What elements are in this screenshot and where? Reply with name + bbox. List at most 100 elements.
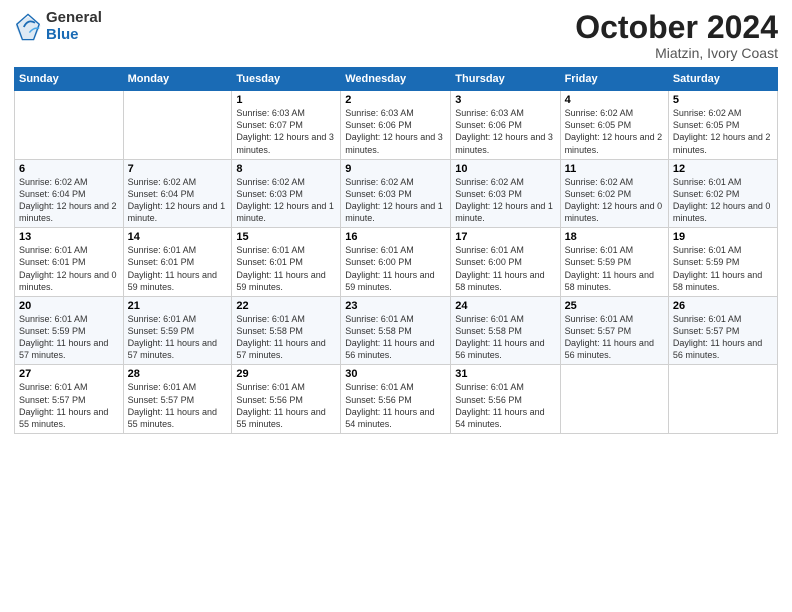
- day-info: Sunrise: 6:01 AMSunset: 5:59 PMDaylight:…: [19, 313, 119, 362]
- calendar-cell: 24Sunrise: 6:01 AMSunset: 5:58 PMDayligh…: [451, 296, 560, 365]
- day-number: 1: [236, 94, 336, 106]
- calendar-cell: 17Sunrise: 6:01 AMSunset: 6:00 PMDayligh…: [451, 228, 560, 297]
- day-number: 8: [236, 163, 336, 175]
- day-info: Sunrise: 6:01 AMSunset: 6:00 PMDaylight:…: [455, 244, 555, 293]
- calendar-cell: 22Sunrise: 6:01 AMSunset: 5:58 PMDayligh…: [232, 296, 341, 365]
- calendar-cell: 8Sunrise: 6:02 AMSunset: 6:03 PMDaylight…: [232, 159, 341, 228]
- calendar-cell: [15, 91, 124, 160]
- day-number: 11: [565, 163, 664, 175]
- day-info: Sunrise: 6:02 AMSunset: 6:03 PMDaylight:…: [455, 176, 555, 225]
- day-number: 4: [565, 94, 664, 106]
- day-info: Sunrise: 6:02 AMSunset: 6:03 PMDaylight:…: [236, 176, 336, 225]
- calendar-week-row: 6 Sunrise: 6:02 AMSunset: 6:04 PMDaylight…: [15, 159, 778, 228]
- calendar-cell: [560, 365, 668, 434]
- day-info: Sunrise: 6:01 AMSunset: 5:57 PMDaylight:…: [673, 313, 773, 362]
- day-number: 10: [455, 163, 555, 175]
- col-wednesday: Wednesday: [341, 68, 451, 91]
- logo-general: General: [46, 10, 102, 27]
- calendar-week-row: 1Sunrise: 6:03 AMSunset: 6:07 PMDaylight…: [15, 91, 778, 160]
- page-container: General Blue October 2024 Miatzin, Ivory…: [0, 0, 792, 612]
- calendar-week-row: 13Sunrise: 6:01 AMSunset: 6:01 PMDayligh…: [15, 228, 778, 297]
- day-number: 28: [128, 368, 228, 380]
- col-friday: Friday: [560, 68, 668, 91]
- day-number: 23: [345, 300, 446, 312]
- calendar-cell: 23Sunrise: 6:01 AMSunset: 5:58 PMDayligh…: [341, 296, 451, 365]
- day-number: 6: [19, 163, 119, 175]
- month-title: October 2024: [575, 10, 778, 45]
- day-number: 14: [128, 231, 228, 243]
- calendar-cell: 30Sunrise: 6:01 AMSunset: 5:56 PMDayligh…: [341, 365, 451, 434]
- calendar-cell: 28Sunrise: 6:01 AMSunset: 5:57 PMDayligh…: [123, 365, 232, 434]
- day-info: Sunrise: 6:01 AMSunset: 5:58 PMDaylight:…: [455, 313, 555, 362]
- day-info: Sunrise: 6:01 AMSunset: 6:02 PMDaylight:…: [673, 176, 773, 225]
- logo: General Blue: [14, 10, 102, 43]
- day-number: 22: [236, 300, 336, 312]
- calendar-cell: 7Sunrise: 6:02 AMSunset: 6:04 PMDaylight…: [123, 159, 232, 228]
- day-info: Sunrise: 6:02 AMSunset: 6:04 PMDaylight:…: [128, 176, 228, 225]
- day-number: 13: [19, 231, 119, 243]
- calendar-cell: [668, 365, 777, 434]
- title-block: October 2024 Miatzin, Ivory Coast: [575, 10, 778, 61]
- calendar-cell: 15Sunrise: 6:01 AMSunset: 6:01 PMDayligh…: [232, 228, 341, 297]
- day-info: Sunrise: 6:01 AMSunset: 5:56 PMDaylight:…: [455, 381, 555, 430]
- col-sunday: Sunday: [15, 68, 124, 91]
- calendar-cell: 16Sunrise: 6:01 AMSunset: 6:00 PMDayligh…: [341, 228, 451, 297]
- calendar-cell: 3Sunrise: 6:03 AMSunset: 6:06 PMDaylight…: [451, 91, 560, 160]
- day-info: Sunrise: 6:01 AMSunset: 5:56 PMDaylight:…: [345, 381, 446, 430]
- col-saturday: Saturday: [668, 68, 777, 91]
- day-number: 17: [455, 231, 555, 243]
- day-info: Sunrise: 6:01 AMSunset: 5:59 PMDaylight:…: [565, 244, 664, 293]
- calendar-cell: 2Sunrise: 6:03 AMSunset: 6:06 PMDaylight…: [341, 91, 451, 160]
- day-number: 2: [345, 94, 446, 106]
- day-number: 30: [345, 368, 446, 380]
- calendar-cell: 10Sunrise: 6:02 AMSunset: 6:03 PMDayligh…: [451, 159, 560, 228]
- day-info: Sunrise: 6:01 AMSunset: 6:01 PMDaylight:…: [236, 244, 336, 293]
- day-number: 25: [565, 300, 664, 312]
- calendar-cell: 20Sunrise: 6:01 AMSunset: 5:59 PMDayligh…: [15, 296, 124, 365]
- day-number: 27: [19, 368, 119, 380]
- day-info: Sunrise: 6:03 AMSunset: 6:06 PMDaylight:…: [345, 107, 446, 156]
- day-number: 16: [345, 231, 446, 243]
- calendar-body: 1Sunrise: 6:03 AMSunset: 6:07 PMDaylight…: [15, 91, 778, 434]
- day-number: 26: [673, 300, 773, 312]
- calendar-cell: 27Sunrise: 6:01 AMSunset: 5:57 PMDayligh…: [15, 365, 124, 434]
- day-number: 15: [236, 231, 336, 243]
- calendar-cell: 18Sunrise: 6:01 AMSunset: 5:59 PMDayligh…: [560, 228, 668, 297]
- day-info: Sunrise: 6:01 AMSunset: 5:58 PMDaylight:…: [236, 313, 336, 362]
- day-number: 9: [345, 163, 446, 175]
- day-number: 31: [455, 368, 555, 380]
- day-info: Sunrise: 6:01 AMSunset: 6:01 PMDaylight:…: [19, 244, 119, 293]
- calendar-cell: 11Sunrise: 6:02 AMSunset: 6:02 PMDayligh…: [560, 159, 668, 228]
- calendar-cell: 1Sunrise: 6:03 AMSunset: 6:07 PMDaylight…: [232, 91, 341, 160]
- col-thursday: Thursday: [451, 68, 560, 91]
- day-number: 21: [128, 300, 228, 312]
- calendar-cell: 29Sunrise: 6:01 AMSunset: 5:56 PMDayligh…: [232, 365, 341, 434]
- header: General Blue October 2024 Miatzin, Ivory…: [14, 10, 778, 61]
- calendar-header: Sunday Monday Tuesday Wednesday Thursday…: [15, 68, 778, 91]
- day-info: Sunrise: 6:02 AMSunset: 6:05 PMDaylight:…: [565, 107, 664, 156]
- day-number: 19: [673, 231, 773, 243]
- header-row: Sunday Monday Tuesday Wednesday Thursday…: [15, 68, 778, 91]
- calendar-cell: 21Sunrise: 6:01 AMSunset: 5:59 PMDayligh…: [123, 296, 232, 365]
- logo-icon: [14, 13, 42, 41]
- day-info: Sunrise: 6:03 AMSunset: 6:06 PMDaylight:…: [455, 107, 555, 156]
- day-info: Sunrise: 6:01 AMSunset: 5:57 PMDaylight:…: [128, 381, 228, 430]
- day-info: Sunrise: 6:02 AMSunset: 6:03 PMDaylight:…: [345, 176, 446, 225]
- logo-blue: Blue: [46, 27, 102, 44]
- calendar-week-row: 20Sunrise: 6:01 AMSunset: 5:59 PMDayligh…: [15, 296, 778, 365]
- calendar-cell: 14Sunrise: 6:01 AMSunset: 6:01 PMDayligh…: [123, 228, 232, 297]
- day-info: Sunrise: 6:01 AMSunset: 6:01 PMDaylight:…: [128, 244, 228, 293]
- day-info: Sunrise: 6:01 AMSunset: 5:59 PMDaylight:…: [128, 313, 228, 362]
- day-number: 12: [673, 163, 773, 175]
- calendar-cell: 19Sunrise: 6:01 AMSunset: 5:59 PMDayligh…: [668, 228, 777, 297]
- calendar-cell: 9Sunrise: 6:02 AMSunset: 6:03 PMDaylight…: [341, 159, 451, 228]
- calendar-cell: 13Sunrise: 6:01 AMSunset: 6:01 PMDayligh…: [15, 228, 124, 297]
- calendar-cell: 5Sunrise: 6:02 AMSunset: 6:05 PMDaylight…: [668, 91, 777, 160]
- day-info: Sunrise: 6:01 AMSunset: 5:57 PMDaylight:…: [19, 381, 119, 430]
- calendar-cell: 31Sunrise: 6:01 AMSunset: 5:56 PMDayligh…: [451, 365, 560, 434]
- calendar-cell: 26Sunrise: 6:01 AMSunset: 5:57 PMDayligh…: [668, 296, 777, 365]
- calendar-week-row: 27Sunrise: 6:01 AMSunset: 5:57 PMDayligh…: [15, 365, 778, 434]
- calendar-cell: 4Sunrise: 6:02 AMSunset: 6:05 PMDaylight…: [560, 91, 668, 160]
- calendar-cell: 25Sunrise: 6:01 AMSunset: 5:57 PMDayligh…: [560, 296, 668, 365]
- day-info: Sunrise: 6:01 AMSunset: 5:57 PMDaylight:…: [565, 313, 664, 362]
